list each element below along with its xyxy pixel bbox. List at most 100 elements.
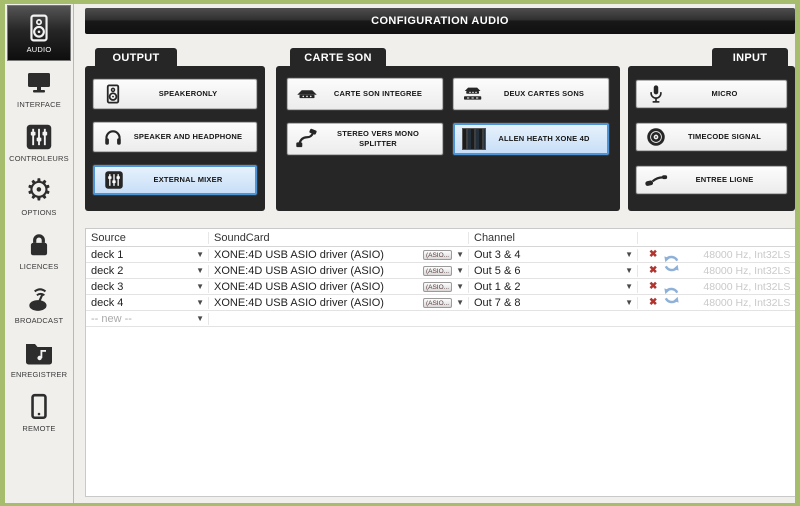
audio-routing-table: Source SoundCard Channel deck 1 ▼ XONE:4D…	[85, 228, 795, 497]
source-value: deck 1	[91, 248, 124, 261]
speaker-icon	[23, 12, 55, 44]
channel-dropdown[interactable]: Out 3 & 4 ▼	[469, 248, 638, 261]
new-source-dropdown[interactable]: -- new -- ▼	[86, 312, 209, 325]
lock-icon	[23, 229, 55, 261]
chevron-down-icon: ▼	[196, 250, 204, 259]
speakeronly-button[interactable]: SPEAKERONLY	[93, 79, 257, 109]
page-title: CONFIGURATION AUDIO	[371, 15, 509, 27]
table-row: deck 2 ▼ XONE:4D USB ASIO driver (ASIO) (A…	[86, 263, 795, 279]
two-soundcards-icon	[461, 82, 485, 106]
chevron-down-icon: ▼	[196, 298, 204, 307]
sidebar-item-audio[interactable]: AUDIO	[7, 5, 71, 61]
sync-channels-icon[interactable]	[662, 254, 681, 273]
deux-cartes-sons-button[interactable]: DEUX CARTES SONS	[453, 78, 609, 110]
vinyl-icon	[644, 125, 668, 149]
delete-row-icon[interactable]: ✖	[643, 281, 659, 292]
mixer-sliders-icon	[102, 168, 126, 192]
chevron-down-icon: ▼	[456, 266, 464, 275]
channel-dropdown[interactable]: Out 7 & 8 ▼	[469, 296, 638, 309]
channel-value: Out 7 & 8	[474, 296, 521, 309]
settings-sidebar: AUDIO INTERFACE CONTROLEURS ⚙ OPTIONS LI…	[5, 4, 74, 503]
source-dropdown[interactable]: deck 2 ▼	[86, 264, 209, 277]
channel-value: Out 5 & 6	[474, 264, 521, 277]
chevron-down-icon: ▼	[456, 298, 464, 307]
soundcard-value: XONE:4D USB ASIO driver (ASIO)	[214, 296, 384, 309]
tab-input: INPUT	[712, 48, 788, 68]
channel-dropdown[interactable]: Out 1 & 2 ▼	[469, 280, 638, 293]
sidebar-item-controleurs[interactable]: CONTROLEURS	[5, 115, 73, 169]
chevron-down-icon: ▼	[625, 282, 633, 291]
soundcard-dropdown[interactable]: XONE:4D USB ASIO driver (ASIO) (ASIO... ▼	[209, 264, 469, 277]
table-header-row: Source SoundCard Channel	[86, 229, 795, 247]
header-channel: Channel	[469, 231, 638, 244]
sidebar-item-licences[interactable]: LICENCES	[5, 223, 73, 277]
new-row-label: -- new --	[91, 312, 132, 325]
chevron-down-icon: ▼	[456, 282, 464, 291]
sidebar-item-label: REMOTE	[22, 424, 56, 433]
source-value: deck 2	[91, 264, 124, 277]
table-row: deck 3 ▼ XONE:4D USB ASIO driver (ASIO) (A…	[86, 279, 795, 295]
source-dropdown[interactable]: deck 4 ▼	[86, 296, 209, 309]
speaker-and-headphone-button[interactable]: SPEAKER AND HEADPHONE	[93, 122, 257, 152]
asio-config-badge[interactable]: (ASIO...	[422, 249, 453, 260]
sidebar-item-broadcast[interactable]: BROADCAST	[5, 277, 73, 331]
asio-config-badge[interactable]: (ASIO...	[422, 297, 453, 308]
window-frame: AUDIO INTERFACE CONTROLEURS ⚙ OPTIONS LI…	[0, 0, 800, 506]
carte-son-integree-button[interactable]: CARTE SON INTEGREE	[287, 78, 443, 110]
chevron-down-icon: ▼	[625, 250, 633, 259]
sliders-icon	[23, 121, 55, 153]
delete-row-icon[interactable]: ✖	[643, 265, 659, 276]
sidebar-item-remote[interactable]: REMOTE	[5, 385, 73, 439]
entree-ligne-button[interactable]: ENTREE LIGNE	[636, 166, 787, 194]
allen-heath-xone-4d-button[interactable]: ALLEN HEATH XONE 4D	[453, 123, 609, 155]
monitor-icon	[23, 67, 55, 99]
source-dropdown[interactable]: deck 1 ▼	[86, 248, 209, 261]
chevron-down-icon: ▼	[625, 266, 633, 275]
chevron-down-icon: ▼	[196, 266, 204, 275]
gear-icon: ⚙	[25, 173, 53, 208]
channel-dropdown[interactable]: Out 5 & 6 ▼	[469, 264, 638, 277]
chevron-down-icon: ▼	[196, 282, 204, 291]
configuration-window: AUDIO INTERFACE CONTROLEURS ⚙ OPTIONS LI…	[5, 4, 795, 503]
chevron-down-icon: ▼	[456, 250, 464, 259]
soundcard-dropdown[interactable]: XONE:4D USB ASIO driver (ASIO) (ASIO... ▼	[209, 296, 469, 309]
sidebar-item-enregistrer[interactable]: ENREGISTRER	[5, 331, 73, 385]
sidebar-item-interface[interactable]: INTERFACE	[5, 61, 73, 115]
tab-output: OUTPUT	[95, 48, 177, 68]
splitter-cable-icon	[295, 127, 319, 151]
soundcard-dropdown[interactable]: XONE:4D USB ASIO driver (ASIO) (ASIO... ▼	[209, 280, 469, 293]
micro-button[interactable]: MICRO	[636, 80, 787, 108]
sidebar-item-label: INTERFACE	[17, 100, 61, 109]
sidebar-item-label: AUDIO	[26, 45, 52, 54]
source-value: deck 3	[91, 280, 124, 293]
sidebar-item-options[interactable]: ⚙ OPTIONS	[5, 169, 73, 223]
header-soundcard: SoundCard	[209, 231, 469, 244]
microphone-icon	[644, 82, 668, 106]
tab-output-label: OUTPUT	[112, 52, 160, 64]
sidebar-item-label: CONTROLEURS	[9, 154, 69, 163]
asio-config-badge[interactable]: (ASIO...	[422, 265, 453, 276]
header-source: Source	[86, 231, 209, 244]
delete-row-icon[interactable]: ✖	[643, 249, 659, 260]
input-panel: MICRO TIMECODE SIGNAL ENTREE LIGNE	[628, 66, 795, 211]
asio-config-badge[interactable]: (ASIO...	[422, 281, 453, 292]
output-panel: SPEAKERONLY SPEAKER AND HEADPHONE EXTERN…	[85, 66, 265, 211]
channel-value: Out 1 & 2	[474, 280, 521, 293]
channel-value: Out 3 & 4	[474, 248, 521, 261]
sidebar-item-label: OPTIONS	[21, 208, 57, 217]
tab-carte-son-label: CARTE SON	[304, 52, 372, 64]
timecode-signal-button[interactable]: TIMECODE SIGNAL	[636, 123, 787, 151]
soundcard-icon	[295, 82, 319, 106]
line-plug-icon	[644, 168, 668, 192]
source-dropdown[interactable]: deck 3 ▼	[86, 280, 209, 293]
soundcard-dropdown[interactable]: XONE:4D USB ASIO driver (ASIO) (ASIO... ▼	[209, 248, 469, 261]
music-folder-icon	[23, 337, 55, 369]
stereo-vers-mono-splitter-button[interactable]: STEREO VERS MONO SPLITTER	[287, 123, 443, 155]
chevron-down-icon: ▼	[196, 314, 204, 323]
sync-channels-icon[interactable]	[662, 286, 681, 305]
external-mixer-button[interactable]: EXTERNAL MIXER	[93, 165, 257, 195]
soundcard-value: XONE:4D USB ASIO driver (ASIO)	[214, 264, 384, 277]
speaker-icon	[101, 82, 125, 106]
carte-son-panel: CARTE SON INTEGREE DEUX CARTES SONS STER…	[276, 66, 620, 211]
delete-row-icon[interactable]: ✖	[643, 297, 659, 308]
